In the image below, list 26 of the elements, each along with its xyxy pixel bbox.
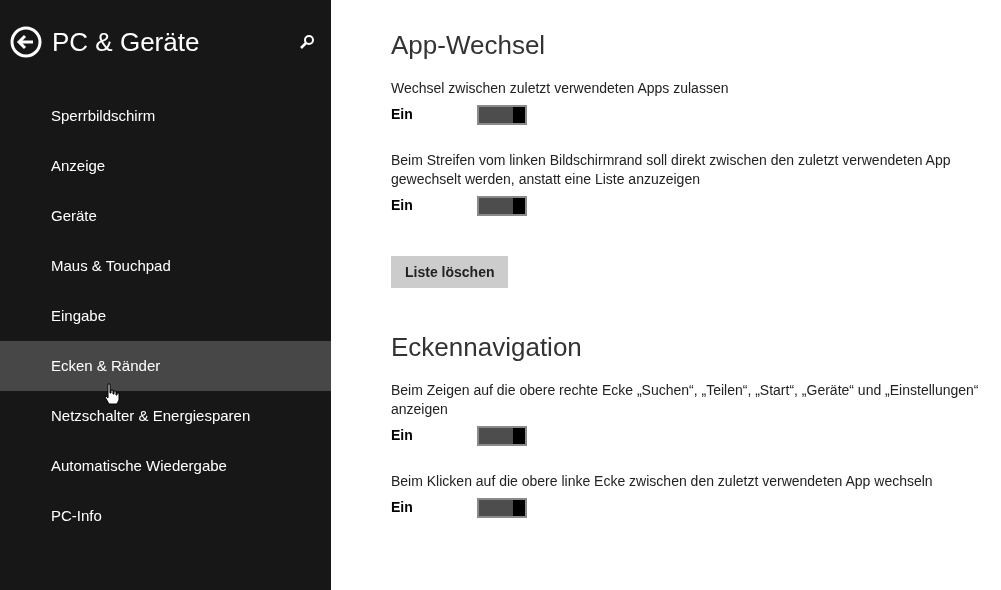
sidebar-item[interactable]: Anzeige (0, 141, 331, 191)
setting-description: Beim Klicken auf die obere linke Ecke zwischen den zuletzt verwendeten App wechseln (391, 472, 934, 491)
sidebar-item[interactable]: Automatische Wiedergabe (0, 441, 331, 491)
sidebar-item[interactable]: Maus & Touchpad (0, 241, 331, 291)
sidebar-title: PC & Geräte (52, 25, 201, 59)
clear-list-button[interactable]: Liste löschen (391, 256, 509, 288)
toggle-switch[interactable] (477, 425, 527, 446)
toggle-switch[interactable] (477, 195, 527, 216)
toggle-state: Ein (391, 105, 414, 124)
section-heading: App-Wechsel (391, 29, 547, 62)
setting-description: Wechsel zwischen zuletzt verwendeten Apps zulassen (391, 79, 730, 98)
setting-description: Beim Zeigen auf die obere rechte Ecke „Suchen“, „Teilen“, „Start“, „Geräte“ und „Einstellungen“ anzeigen (391, 381, 980, 419)
sidebar-item[interactable]: Eingabe (0, 291, 331, 341)
toggle-switch[interactable] (477, 497, 527, 518)
hand-cursor-icon (104, 383, 120, 405)
sidebar-item[interactable]: Geräte (0, 191, 331, 241)
toggle-switch[interactable] (477, 104, 527, 125)
setting-description: Beim Streifen vom linken Bildschirmrand soll direkt zwischen den zuletzt verwendeten App gewechselt werden, anstatt eine Liste anzuzeigen (391, 151, 952, 189)
toggle-state: Ein (391, 196, 414, 215)
sidebar-item[interactable]: PC-Info (0, 491, 331, 541)
search-icon[interactable] (299, 34, 315, 50)
toggle-state: Ein (391, 498, 414, 517)
toggle-state: Ein (391, 426, 414, 445)
sidebar-item[interactable]: Sperrbildschirm (0, 91, 331, 141)
section-heading: Eckennavigation (391, 331, 583, 364)
sidebar-item[interactable]: Netzschalter & Energiesparen (0, 391, 331, 441)
